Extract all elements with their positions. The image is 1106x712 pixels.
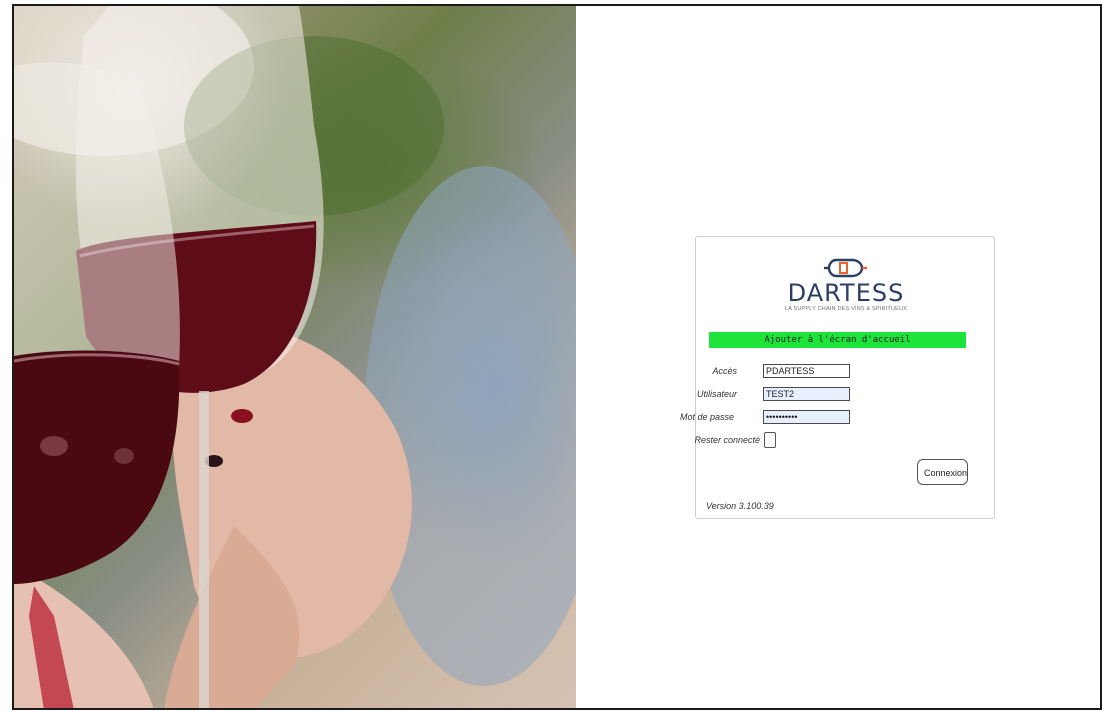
utilisateur-label: Utilisateur xyxy=(696,389,737,399)
utilisateur-input[interactable] xyxy=(763,387,850,401)
password-input[interactable] xyxy=(763,410,850,424)
brand-tagline: LA SUPPLY CHAIN DES VINS & SPIRITUEUX xyxy=(784,306,908,312)
acces-label: Accès xyxy=(712,366,737,376)
login-card: DARTESS LA SUPPLY CHAIN DES VINS & SPIRI… xyxy=(680,236,996,519)
rester-connecte-label: Rester connecté xyxy=(694,435,760,445)
dartess-logo-icon xyxy=(824,258,867,278)
mot-de-passe-label: Mot de passe xyxy=(679,412,734,422)
connexion-button[interactable]: Connexion xyxy=(917,459,968,485)
acces-input[interactable] xyxy=(763,364,850,378)
wine-glasses-illustration xyxy=(14,6,576,708)
version-text: Version 3.100.39 xyxy=(706,501,774,511)
brand-logo: DARTESS LA SUPPLY CHAIN DES VINS & SPIRI… xyxy=(696,257,996,312)
brand-name: DARTESS xyxy=(787,279,905,307)
stay-connected-checkbox[interactable] xyxy=(764,432,776,448)
background-photo xyxy=(14,6,576,708)
add-to-home-screen-banner[interactable]: Ajouter à l'écran d'accueil xyxy=(709,332,966,348)
app-window: DARTESS LA SUPPLY CHAIN DES VINS & SPIRI… xyxy=(12,4,1102,710)
